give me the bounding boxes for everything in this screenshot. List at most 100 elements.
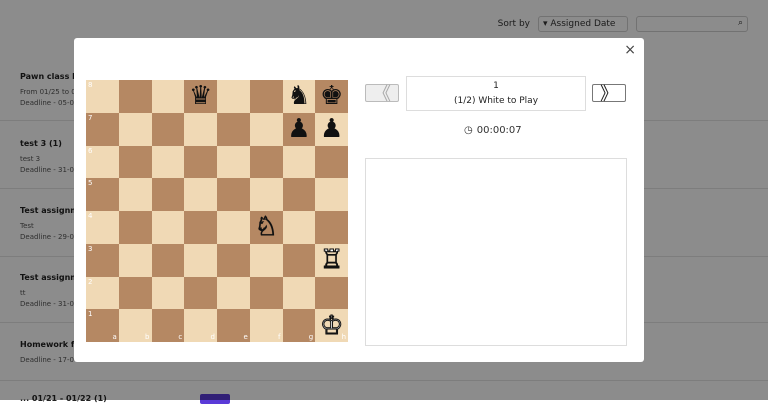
file-label: e [243,333,248,341]
square-c3[interactable] [151,243,185,277]
file-label: f [278,333,281,341]
white-king-icon[interactable]: ♔ [319,312,343,339]
square-f1[interactable]: f [249,309,283,342]
square-c1[interactable]: c [151,309,185,342]
square-f3[interactable] [249,243,283,277]
previous-button[interactable]: 《 [365,84,399,105]
black-knight-icon[interactable]: ♞ [287,83,310,109]
square-g7[interactable]: ♟ [282,112,316,146]
timer: ◷ 00:00:07 [464,125,522,136]
rank-label: 6 [88,146,93,155]
square-b2[interactable] [118,276,152,310]
rank-label: 2 [88,277,93,286]
square-b6[interactable] [118,145,152,179]
square-c7[interactable] [151,112,185,146]
square-c8[interactable] [151,80,185,113]
square-a1[interactable]: 1a [86,309,119,342]
square-a6[interactable]: 6 [86,145,119,179]
chevron-double-left-icon: 《 [373,84,391,105]
square-e4[interactable] [217,211,250,244]
rank-label: 5 [88,179,93,188]
square-d1[interactable]: d [184,309,217,342]
move-list-panel [365,158,627,346]
square-f4[interactable]: ♘ [249,211,283,244]
square-h1[interactable]: h ♔ [315,309,348,342]
black-pawn-icon[interactable]: ♟ [287,116,310,142]
black-queen-icon[interactable]: ♛ [189,83,212,109]
close-icon[interactable]: × [624,42,636,58]
square-c4[interactable] [151,211,185,244]
file-label: h [341,333,346,341]
rank-label: 8 [88,81,93,89]
square-b3[interactable] [118,243,152,277]
square-g2[interactable] [282,276,316,310]
timer-value: 00:00:07 [476,125,522,136]
square-e6[interactable] [217,145,250,179]
square-c2[interactable] [151,276,185,310]
square-b5[interactable] [118,178,152,211]
square-e2[interactable] [217,276,250,310]
white-knight-icon[interactable]: ♘ [254,214,278,241]
square-f8[interactable] [249,80,283,113]
square-h5[interactable] [315,178,348,211]
square-d2[interactable] [184,276,217,310]
move-info: 1 (1/2) White to Play [406,76,586,111]
square-h7[interactable]: ♟ [315,112,348,146]
move-number: 1 [493,81,499,91]
square-g1[interactable]: g [282,309,316,342]
square-e5[interactable] [217,178,250,211]
square-d4[interactable] [184,211,217,244]
file-label: d [210,333,215,341]
rank-label: 7 [88,113,93,122]
square-d7[interactable] [184,112,217,146]
square-c6[interactable] [151,145,185,179]
square-h4[interactable] [315,211,348,244]
square-f5[interactable] [249,178,283,211]
clock-icon: ◷ [464,125,473,136]
square-g8[interactable]: ♞ [282,80,316,113]
square-e8[interactable] [217,80,250,113]
square-h3[interactable]: ♖ [315,243,348,277]
move-status: (1/2) White to Play [453,96,539,106]
square-g3[interactable] [282,243,316,277]
white-rook-icon[interactable]: ♖ [319,247,343,274]
next-button[interactable]: 》 [592,84,626,105]
square-d6[interactable] [184,145,217,179]
square-f7[interactable] [249,112,283,146]
square-b7[interactable] [118,112,152,146]
file-label: a [112,333,117,341]
square-h8[interactable]: ♚ [315,80,348,113]
file-label: g [308,333,314,341]
square-a3[interactable]: 3 [86,243,119,277]
chess-board[interactable]: 8 ♛ ♞ ♚ 7 ♟ ♟ 6 5 4 ♘ 3 ♖ 2 1 a b c d e f g h ♔ [86,80,348,342]
square-b8[interactable] [118,80,152,113]
square-c5[interactable] [151,178,185,211]
square-g4[interactable] [282,211,316,244]
file-label: c [178,333,183,341]
puzzle-modal: × 8 ♛ ♞ ♚ 7 ♟ ♟ 6 5 4 ♘ 3 ♖ 2 1 a b c d e f g h ♔ 《 1 (1/2) Whi… [74,38,644,362]
square-b1[interactable]: b [118,309,152,342]
square-d5[interactable] [184,178,217,211]
square-h6[interactable] [315,145,348,179]
square-a2[interactable]: 2 [86,276,119,310]
black-king-icon[interactable]: ♚ [320,83,343,109]
rank-label: 1 [88,310,93,319]
square-b4[interactable] [118,211,152,244]
square-e7[interactable] [217,112,250,146]
square-e3[interactable] [217,243,250,277]
square-a7[interactable]: 7 [86,112,119,146]
black-pawn-icon[interactable]: ♟ [320,116,343,142]
square-f2[interactable] [249,276,283,310]
square-a5[interactable]: 5 [86,178,119,211]
square-d3[interactable] [184,243,217,277]
square-a8[interactable]: 8 [86,80,119,113]
file-label: b [145,333,150,341]
rank-label: 3 [88,244,93,253]
square-e1[interactable]: e [217,309,250,342]
square-g5[interactable] [282,178,316,211]
square-h2[interactable] [315,276,348,310]
square-d8[interactable]: ♛ [184,80,217,113]
square-f6[interactable] [249,145,283,179]
square-g6[interactable] [282,145,316,179]
square-a4[interactable]: 4 [86,211,119,244]
